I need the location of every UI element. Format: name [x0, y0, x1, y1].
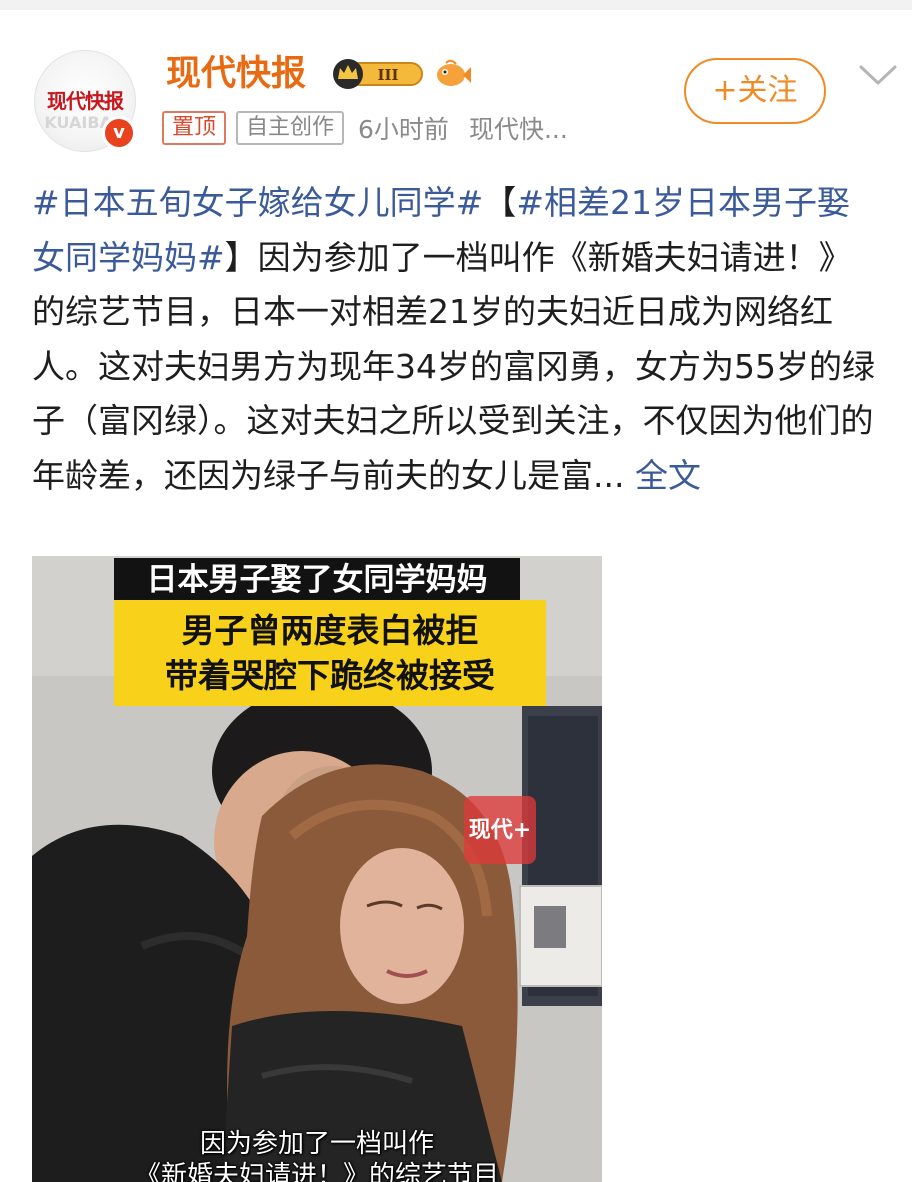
hashtag-link[interactable]: #日本五旬女子嫁给女儿同学# — [32, 183, 483, 222]
bracket-text: 【 — [483, 183, 517, 222]
chevron-down-icon[interactable] — [858, 62, 898, 88]
full-text-link[interactable]: 全文 — [624, 456, 701, 495]
fish-mascot-icon — [437, 59, 471, 86]
subtitle-line-1: 因为参加了一档叫作 — [199, 1129, 434, 1159]
avatar-logo-text: 现代快报 — [47, 89, 124, 113]
account-name[interactable]: 现代快报 — [166, 50, 306, 98]
level-crown-badge-icon: III — [333, 59, 423, 89]
video-headline-banner: 男子曾两度表白被拒 带着哭腔下跪终被接受 — [114, 600, 546, 706]
video-thumbnail[interactable]: 日本男子娶了女同学妈妈 男子曾两度表白被拒 带着哭腔下跪终被接受 现代+ 因为参… — [32, 556, 602, 1182]
headline-line-2: 带着哭腔下跪终被接受 — [165, 656, 495, 695]
level-badge-text: III — [377, 66, 398, 84]
post-source: 现代快... — [468, 115, 568, 144]
post-body: #日本五旬女子嫁给女儿同学#【#相差21岁日本男子娶女同学妈妈#】因为参加了一档… — [32, 176, 882, 503]
post-time: 6小时前 — [358, 115, 449, 144]
video-title-banner: 日本男子娶了女同学妈妈 — [114, 558, 520, 602]
headline-line-1: 男子曾两度表白被拒 — [181, 611, 479, 650]
video-subtitle: 因为参加了一档叫作 《新婚夫妇请进！》的综艺节目 — [32, 1128, 602, 1182]
top-divider — [0, 0, 912, 10]
weibo-post-page: 现代快报 KUAIBAO v 现代快报 III +关注 置顶 自主创作 6小时前… — [0, 0, 912, 1182]
original-content-tag: 自主创作 — [236, 111, 345, 145]
post-meta-row: 置顶 自主创作 6小时前 现代快... — [162, 110, 588, 146]
follow-button[interactable]: +关注 — [684, 58, 826, 124]
verified-badge-icon: v — [102, 116, 136, 150]
pinned-tag: 置顶 — [162, 111, 227, 145]
watermark-logo: 现代+ — [464, 796, 536, 864]
subtitle-line-2: 《新婚夫妇请进！》的综艺节目 — [134, 1161, 499, 1182]
